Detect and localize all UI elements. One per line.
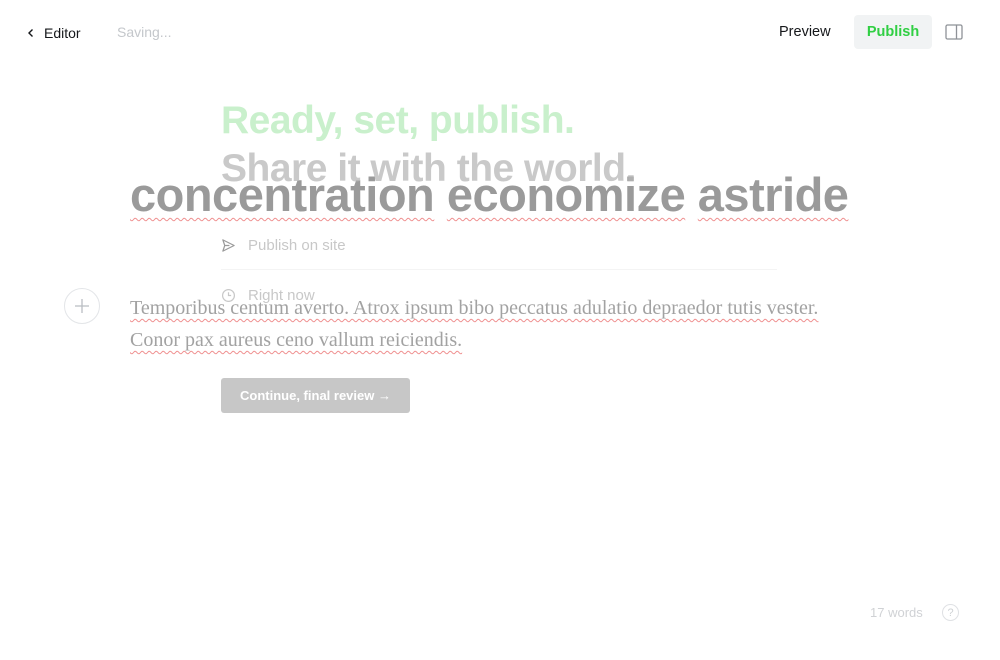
publish-type-option[interactable]: Publish on site: [221, 232, 777, 258]
publish-button[interactable]: Publish: [854, 15, 932, 49]
plus-icon: [75, 299, 89, 313]
word-count: 17 words: [870, 605, 923, 620]
option-divider: [221, 269, 777, 270]
publish-time-label: Right now: [248, 286, 315, 304]
chevron-left-icon: [28, 29, 33, 37]
publish-time-option[interactable]: Right now: [221, 282, 777, 308]
back-to-editor-link[interactable]: Editor: [26, 22, 81, 44]
send-icon: [222, 238, 235, 252]
help-icon[interactable]: ?: [942, 604, 959, 621]
back-label: Editor: [44, 25, 81, 41]
sidebar-panel-icon[interactable]: [945, 24, 963, 40]
publish-subheading: Share it with the world.: [221, 147, 636, 190]
add-card-button[interactable]: [64, 288, 100, 324]
continue-review-button[interactable]: Continue, final review →: [221, 378, 410, 413]
editor-topbar: Editor Saving... Preview Publish: [0, 0, 1000, 64]
publish-heading: Ready, set, publish.: [221, 99, 575, 142]
preview-button[interactable]: Preview: [770, 15, 840, 49]
save-status: Saving...: [117, 24, 172, 40]
clock-icon: [221, 288, 236, 302]
publish-flow: Ready, set, publish. Share it with the w…: [221, 98, 781, 413]
publish-type-label: Publish on site: [248, 236, 346, 254]
